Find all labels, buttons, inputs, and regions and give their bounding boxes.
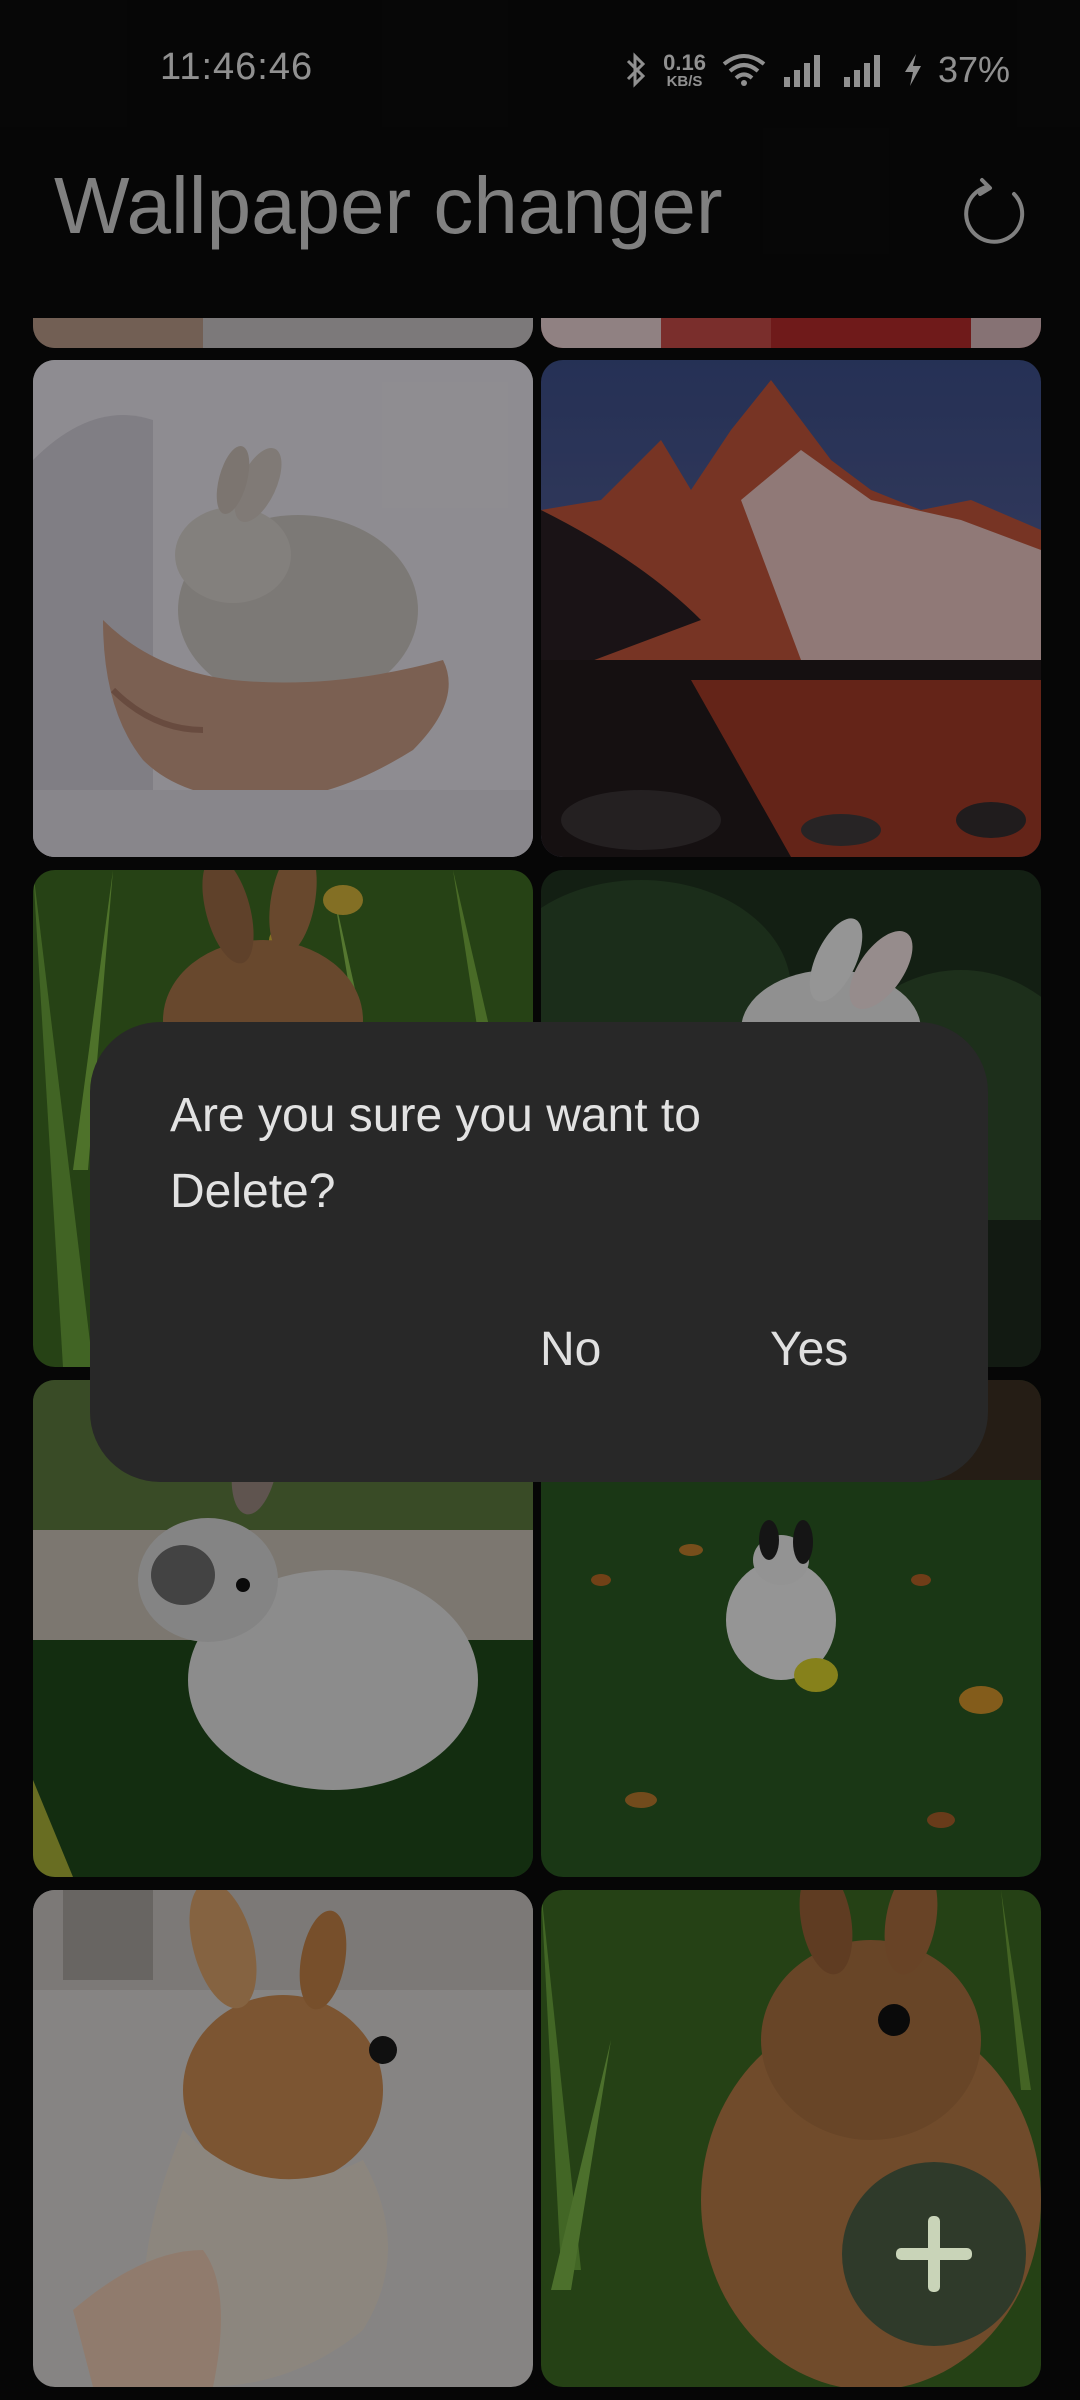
yes-button[interactable]: Yes <box>750 1312 868 1387</box>
dialog-message: Are you sure you want to Delete? <box>170 1089 701 1218</box>
signal-icon <box>783 55 820 87</box>
wallpaper-tile-partial-right[interactable] <box>541 318 1041 348</box>
delete-confirm-dialog: Are you sure you want to Delete? No Yes <box>90 1022 988 1482</box>
wallpaper-tile[interactable] <box>541 360 1041 857</box>
charging-icon <box>904 54 921 86</box>
status-bar: 11:46:46 0.16 KB/S 37% <box>0 0 1080 140</box>
network-speed: 0.16 KB/S <box>663 49 706 90</box>
clock: 11:46:46 <box>160 46 314 88</box>
wallpaper-tile[interactable] <box>33 360 533 857</box>
wallpaper-tile[interactable] <box>33 1890 533 2387</box>
no-button[interactable]: No <box>520 1312 621 1387</box>
bluetooth-icon <box>627 52 646 88</box>
signal-icon-2 <box>843 55 880 87</box>
refresh-icon[interactable] <box>956 176 1032 252</box>
add-wallpaper-button[interactable] <box>842 2162 1026 2346</box>
battery-level: 37% <box>937 49 1010 90</box>
status-icons: 0.16 KB/S 37% <box>623 48 1010 92</box>
wifi-icon <box>722 54 766 86</box>
wallpaper-tile-partial-left[interactable] <box>33 318 533 348</box>
page-title: Wallpaper changer <box>54 161 723 250</box>
plus-icon <box>896 2216 972 2292</box>
